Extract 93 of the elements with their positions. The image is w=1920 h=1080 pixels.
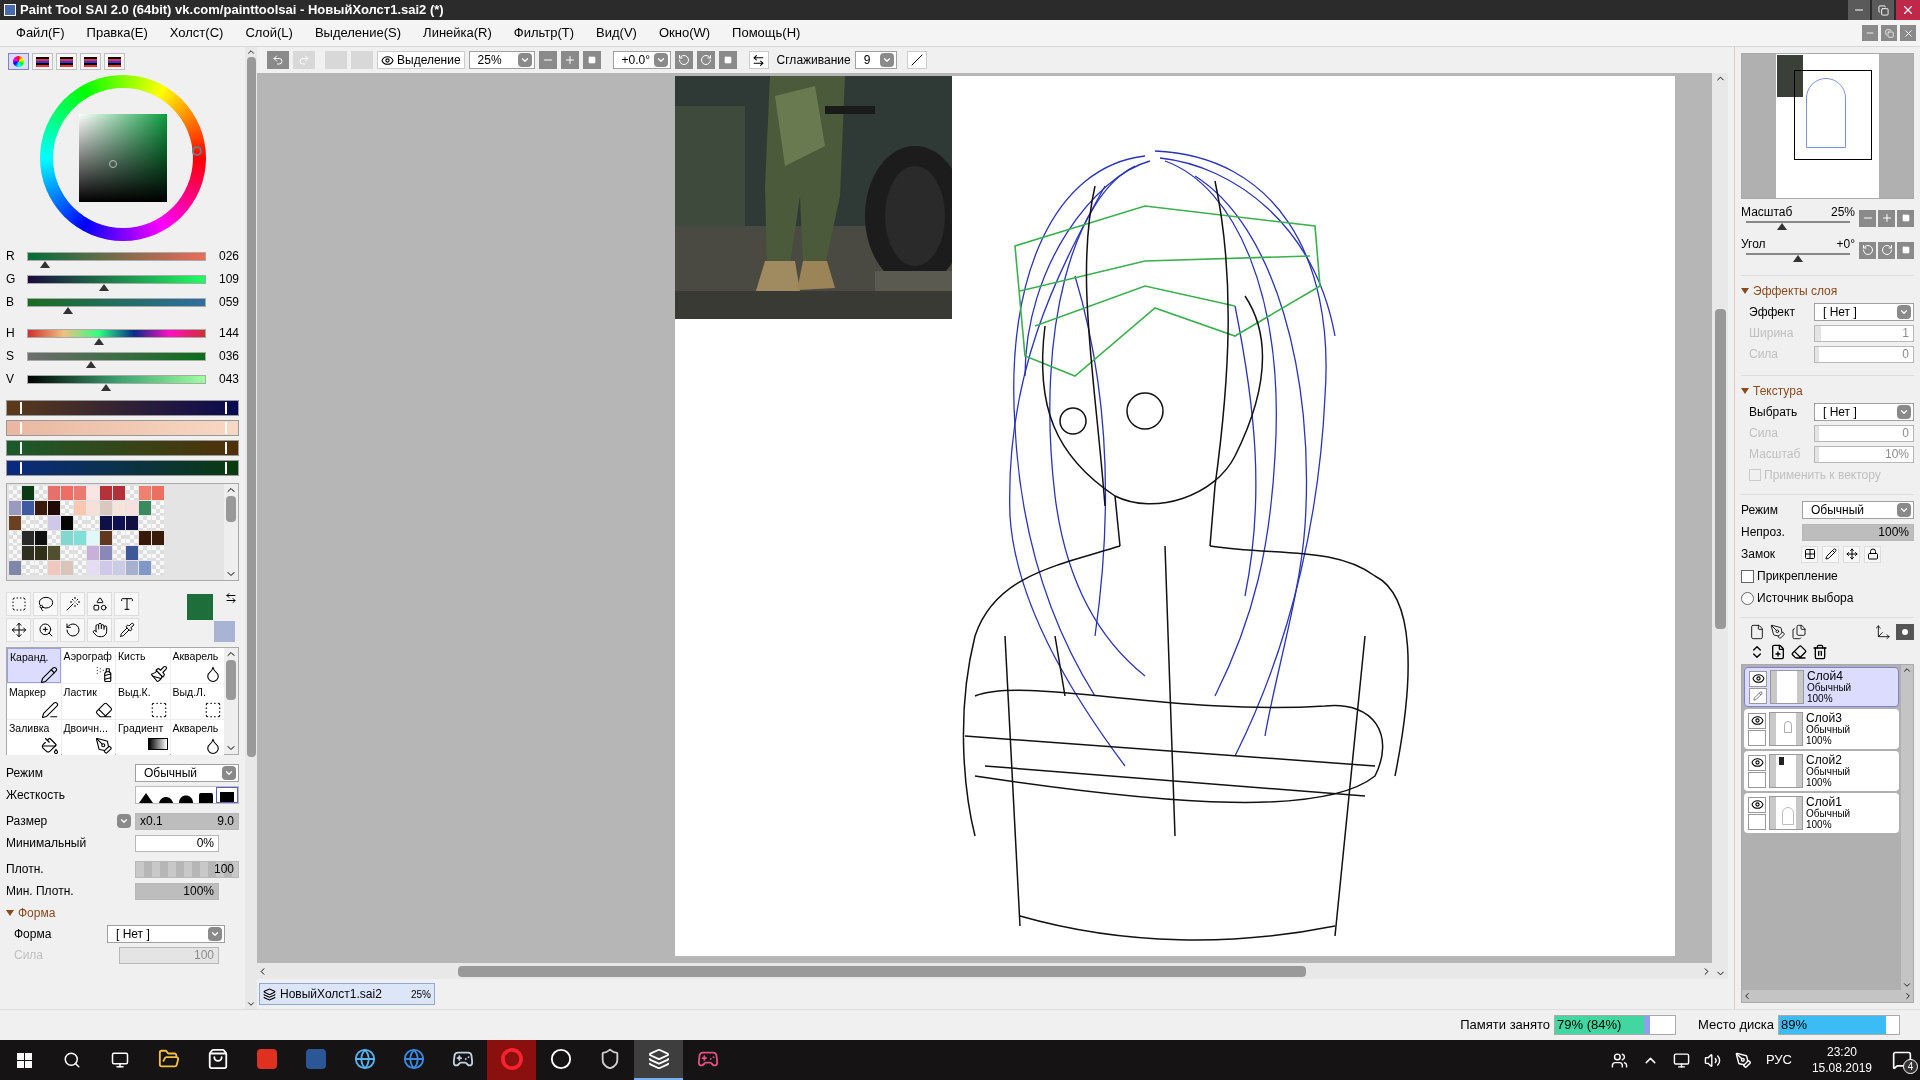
layer-row[interactable]: Слой3 Обычный 100% [1744,709,1899,749]
section-header[interactable]: Эффекты слоя [1741,282,1914,300]
layer-row[interactable]: Слой2 Обычный 100% [1744,751,1899,791]
memory-meter: 79% (84%) [1554,1015,1677,1035]
field-label: Непроз. [1741,524,1785,541]
smoothing-label: Сглаживание [776,52,851,69]
slider-value: 043 [217,371,239,388]
radio-label: Источник выбора [1757,590,1854,607]
brush-slot[interactable]: Заливка [7,720,61,755]
brush-slot[interactable]: Кисть [116,648,170,683]
field-label: Минимальный [6,835,87,852]
field-label: Жесткость [6,787,65,804]
navigator-label: Угол [1741,236,1766,253]
field-label: Плотн. [6,861,44,878]
section-header[interactable]: Текстура [1741,382,1914,400]
status-label: Памяти занято [1460,1016,1551,1035]
slider-label: R [6,248,16,265]
menu-item[interactable]: Слой(L) [245,23,293,43]
navigator-label: Масштаб [1741,204,1793,221]
clock[interactable]: 23:20 15.08.2019 [1805,1044,1878,1076]
slider-value: 144 [217,325,239,342]
brush-slot[interactable]: Аэрограф [61,648,115,683]
slider-label: V [6,371,15,388]
brush-slot[interactable]: Каранд. [7,648,61,683]
layer-opacity: 100% [1806,776,1833,788]
field-label: Режим [1741,502,1778,519]
brush-slot[interactable]: Маркер [7,684,61,719]
layer-opacity: 100% [1807,692,1834,704]
brush-slot[interactable]: Градиент [116,720,170,755]
effect-dropdown[interactable]: [ Нет ] [1814,303,1914,321]
layer-row[interactable]: Слой4 Обычный 100% [1744,667,1899,707]
field-label: Форма [14,926,52,943]
selection-toggle[interactable]: Выделение [377,51,465,69]
notification-badge: 4 [1903,1059,1918,1074]
brush-slot[interactable]: Акварель [170,648,224,683]
slider-value: 036 [217,348,239,365]
zoom-dropdown[interactable]: 25% [468,51,535,69]
slider-value: 059 [217,294,239,311]
layer-mode: Обычный [1806,807,1851,819]
value-slider[interactable]: 100% [135,882,219,900]
layer-mode-dropdown[interactable]: Обычный [1802,501,1914,519]
brush-slot[interactable]: Акварель [170,720,224,755]
brush-slot[interactable]: Ластик [61,684,115,719]
navigator-value: +0° [1836,236,1855,253]
brush-slot[interactable]: Выд.К. [116,684,170,719]
value-slider[interactable]: 100 [135,860,239,878]
number-field[interactable]: 0% [135,834,219,852]
layer-name: Слой2 [1806,754,1842,766]
field-label: Замок [1741,546,1777,563]
window-title: Paint Tool SAI 2.0 (64bit) vk.com/painttoolsai - НовыйХолст1.sai2 (*) [20,1,444,20]
menu-item[interactable]: Линейка(R) [423,23,492,43]
menu-item[interactable]: Выделение(S) [314,23,402,43]
field-label: Выбрать [1749,404,1798,421]
layer-mode: Обычный [1807,681,1852,693]
field-label: Эффект [1749,304,1795,321]
slider-label: B [6,294,15,311]
brush-slot[interactable]: Выд.Л. [170,684,224,719]
blend-mode-dropdown[interactable]: Обычный [135,764,239,782]
effect-dropdown[interactable]: [ Нет ] [1814,403,1914,421]
menu-item[interactable]: Фильтр(T) [513,23,575,43]
document-tab[interactable]: НовыйХолст1.sai2 25% [259,983,435,1005]
menu-item[interactable]: Холст(C) [169,23,224,43]
slider-label: G [6,271,16,288]
navigator-value: 25% [1830,204,1855,221]
status-label: Место диска [1698,1016,1774,1035]
checkbox-label: Прикрепление [1757,568,1838,585]
slider-value: 026 [217,248,239,265]
slider-label: S [6,348,15,365]
angle-dropdown[interactable]: +0.0° [612,51,671,69]
size-field[interactable]: x0.1 9.0 [135,812,239,830]
slider-label: H [6,325,16,342]
field-label: Размер [6,813,48,830]
language-indicator[interactable]: РУС [1765,1050,1792,1070]
smoothing-dropdown[interactable]: 9 [854,51,897,69]
layer-opacity: 100% [1806,818,1833,830]
disk-meter: 89% [1778,1015,1900,1035]
menu-item[interactable]: Вид(V) [596,23,637,43]
layer-mode: Обычный [1806,723,1851,735]
field-label: Режим [6,765,43,782]
layer-name: Слой3 [1806,712,1842,724]
slider-value: 109 [217,271,239,288]
layer-name: Слой1 [1806,796,1842,808]
layer-name: Слой4 [1807,670,1843,682]
layer-opacity: 100% [1806,734,1833,746]
menu-item[interactable]: Правка(E) [86,23,148,43]
layer-mode: Обычный [1806,765,1851,777]
menu-item[interactable]: Файл(F) [16,23,65,43]
layer-row[interactable]: Слой1 Обычный 100% [1744,793,1899,833]
opacity-slider[interactable]: 100% [1802,523,1914,541]
menu-item[interactable]: Помощь(H) [732,23,801,43]
brush-slot[interactable]: Двоичн... [61,720,115,755]
field-label: Мин. Плотн. [6,883,74,900]
menu-item[interactable]: Окно(W) [658,23,711,43]
